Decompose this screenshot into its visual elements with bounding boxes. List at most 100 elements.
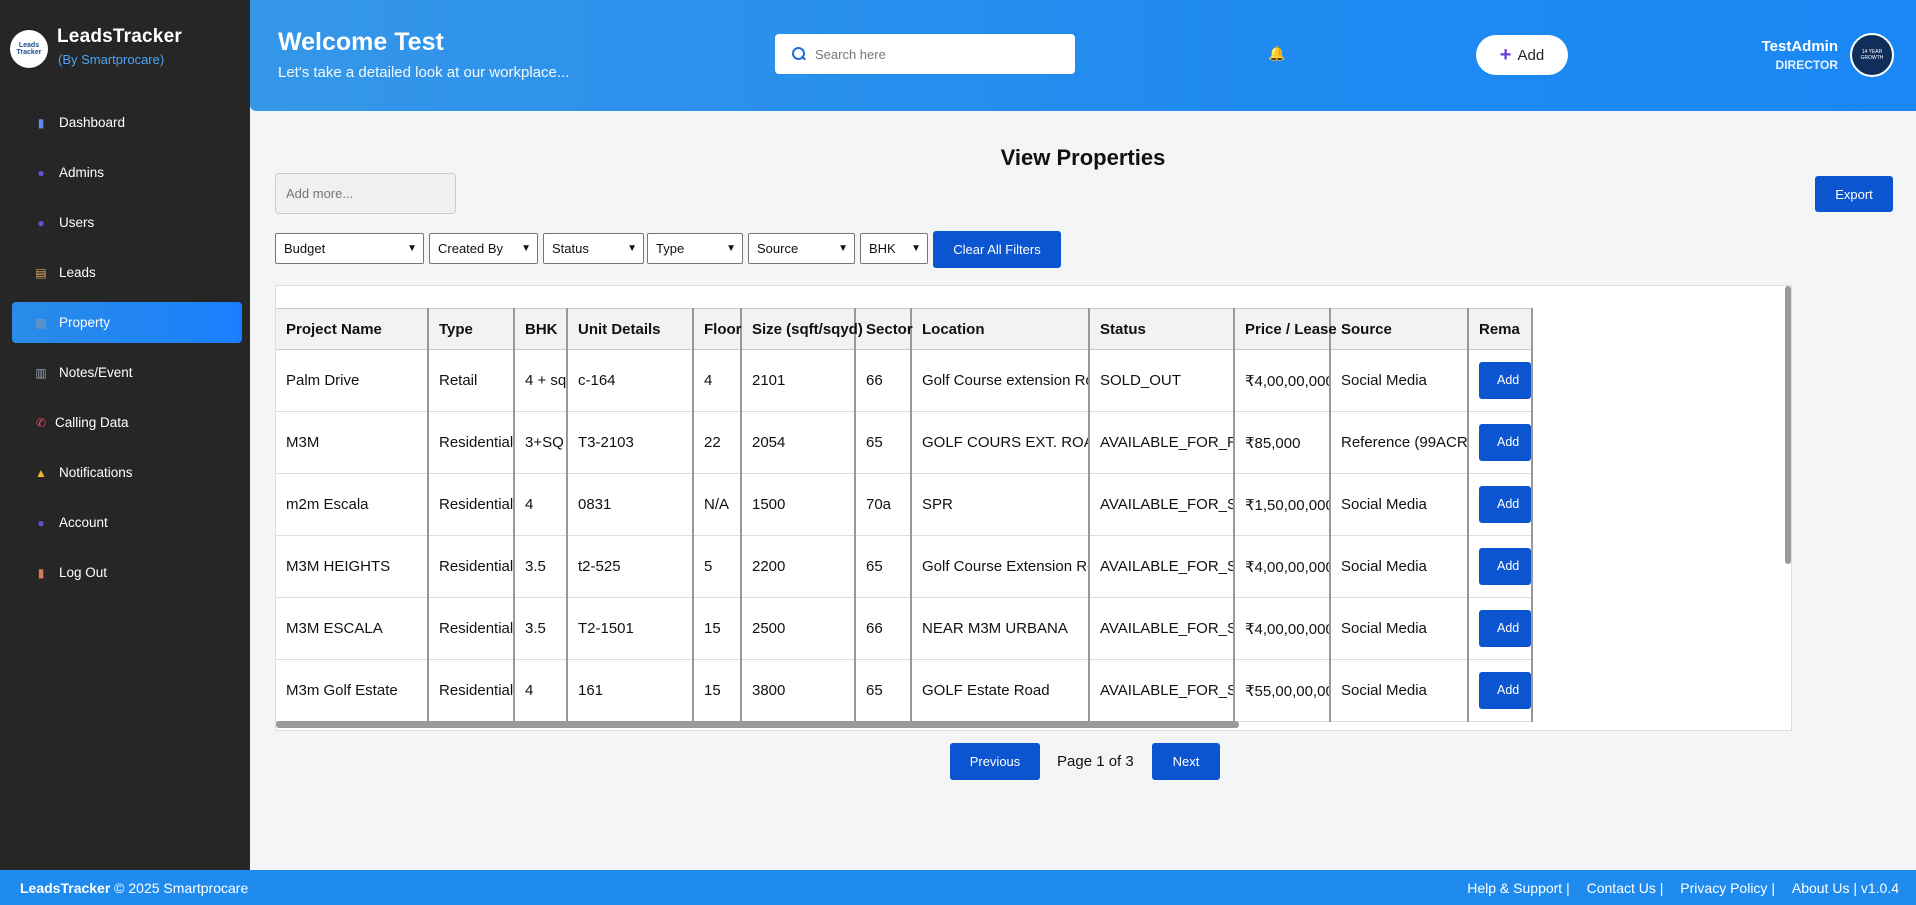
table-cell: 2054 xyxy=(741,411,856,474)
column-header[interactable]: Type xyxy=(428,308,515,350)
table-cell: AVAILABLE_FOR_SALE xyxy=(1089,473,1235,536)
add-button[interactable]: + Add xyxy=(1476,35,1568,75)
table-row[interactable]: M3m Golf Estate Residential 4 161 15 3800 65 GO… xyxy=(276,659,1533,722)
search-box[interactable] xyxy=(775,34,1075,74)
filter-bhk[interactable]: BHK ▼ xyxy=(860,233,928,264)
sidebar-item-property[interactable]: ▦ Property xyxy=(12,302,242,343)
export-button[interactable]: Export xyxy=(1815,176,1893,212)
brand-title: LeadsTracker xyxy=(57,26,182,47)
add-more-input[interactable] xyxy=(275,173,456,214)
filter-bhk-label: BHK xyxy=(869,241,896,256)
footer-links: Help & Support | Contact Us | Privacy Po… xyxy=(1454,880,1899,896)
filter-created-by-label: Created By xyxy=(438,241,504,256)
table-cell: 3+SQ xyxy=(514,411,568,474)
table-cell: 4 + sq xyxy=(514,349,568,412)
filter-type[interactable]: Type ▼ xyxy=(647,233,743,264)
table-cell: m2m Escala xyxy=(276,473,429,536)
next-button[interactable]: Next xyxy=(1152,743,1220,780)
table-cell: 5 xyxy=(693,535,742,598)
sidebar-item-log-out[interactable]: ▮ Log Out xyxy=(12,552,242,593)
sidebar-item-label: Account xyxy=(59,515,108,530)
row-add-button[interactable]: Add xyxy=(1479,486,1530,523)
table-cell: M3M HEIGHTS xyxy=(276,535,429,598)
bell-icon: ▲ xyxy=(35,465,47,480)
column-header[interactable]: Floor xyxy=(693,308,742,350)
table-cell: AVAILABLE_FOR_RENT xyxy=(1089,411,1235,474)
search-input[interactable] xyxy=(815,46,1055,62)
table-cell: T2-1501 xyxy=(567,597,694,660)
clipboard-icon: ▤ xyxy=(35,265,47,280)
vertical-scrollbar[interactable] xyxy=(1785,286,1791,564)
column-header[interactable]: Source xyxy=(1330,308,1469,350)
row-add-button[interactable]: Add xyxy=(1479,610,1530,647)
add-button-label: Add xyxy=(1517,46,1545,64)
table-cell: ₹4,00,00,000 xyxy=(1234,535,1331,598)
sidebar-item-account[interactable]: ● Account xyxy=(12,502,242,543)
filter-created-by[interactable]: Created By ▼ xyxy=(429,233,538,264)
column-header[interactable]: Unit Details xyxy=(567,308,694,350)
table-cell-action: Add xyxy=(1468,597,1533,660)
welcome-title: Welcome Test xyxy=(278,28,444,56)
table-row[interactable]: M3M HEIGHTS Residential 3.5 t2-525 5 2200 65 Go… xyxy=(276,535,1533,598)
footer-link-contact[interactable]: Contact Us | xyxy=(1587,880,1664,896)
sidebar-item-users[interactable]: ● Users xyxy=(12,202,242,243)
table-cell: 3.5 xyxy=(514,597,568,660)
column-header[interactable]: Status xyxy=(1089,308,1235,350)
table-cell: Golf Course extension Road xyxy=(911,349,1090,412)
footer-copyright: LeadsTracker © 2025 Smartprocare xyxy=(20,880,248,896)
table-cell: AVAILABLE_FOR_SALE xyxy=(1089,597,1235,660)
footer-link-help[interactable]: Help & Support | xyxy=(1467,880,1569,896)
avatar-text: 14 YEAR GROWTH xyxy=(1860,49,1884,61)
notes-icon: ▥ xyxy=(35,365,47,380)
table-cell: ₹4,00,00,000 xyxy=(1234,349,1331,412)
brand-subtitle: (By Smartprocare) xyxy=(58,52,165,67)
column-header[interactable]: Rema xyxy=(1468,308,1533,350)
table-cell: ₹4,00,00,000 xyxy=(1234,597,1331,660)
table-cell: 65 xyxy=(855,659,912,722)
table-cell: Palm Drive xyxy=(276,349,429,412)
table-cell-action: Add xyxy=(1468,349,1533,412)
sidebar-item-notes-event[interactable]: ▥ Notes/Event xyxy=(12,352,242,393)
bell-icon[interactable]: 🔔 xyxy=(1268,45,1285,62)
row-add-button[interactable]: Add xyxy=(1479,362,1530,399)
filter-status[interactable]: Status ▼ xyxy=(543,233,644,264)
column-header[interactable]: Location xyxy=(911,308,1090,350)
column-header[interactable]: BHK xyxy=(514,308,568,350)
table-cell: 4 xyxy=(693,349,742,412)
table-cell: Retail xyxy=(428,349,515,412)
footer-link-about[interactable]: About Us | v1.0.4 xyxy=(1792,880,1899,896)
column-header[interactable]: Size (sqft/sqyd) xyxy=(741,308,863,350)
table-cell: M3m Golf Estate xyxy=(276,659,429,722)
clear-filters-button[interactable]: Clear All Filters xyxy=(933,231,1061,268)
filter-budget[interactable]: Budget ▼ xyxy=(275,233,424,264)
row-add-button[interactable]: Add xyxy=(1479,548,1530,585)
sidebar-item-leads[interactable]: ▤ Leads xyxy=(12,252,242,293)
table-cell: 0831 xyxy=(567,473,694,536)
filter-source[interactable]: Source ▼ xyxy=(748,233,855,264)
column-header[interactable]: Project Name xyxy=(276,308,429,350)
chart-icon: ▮ xyxy=(37,115,45,130)
column-header[interactable]: Sector xyxy=(855,308,913,350)
sidebar-item-notifications[interactable]: ▲ Notifications xyxy=(12,452,242,493)
table-row[interactable]: m2m Escala Residential 4 0831 N/A 1500 70a SPR A… xyxy=(276,473,1533,536)
table-row[interactable]: M3M ESCALA Residential 3.5 T2-1501 15 2500 66 N… xyxy=(276,597,1533,660)
table-row[interactable]: M3M Residential 3+SQ T3-2103 22 2054 65 GOLF CO… xyxy=(276,411,1533,474)
sidebar-item-dashboard[interactable]: ▮ Dashboard xyxy=(12,102,242,143)
row-add-button[interactable]: Add xyxy=(1479,672,1530,709)
table-cell: 2101 xyxy=(741,349,856,412)
table-row[interactable]: Palm Drive Retail 4 + sq c-164 4 2101 66 Golf C… xyxy=(276,349,1533,412)
properties-table-container[interactable]: Project Name Type BHK Unit Details Floor Size… xyxy=(275,285,1792,731)
table-cell: 3800 xyxy=(741,659,856,722)
row-add-button[interactable]: Add xyxy=(1479,424,1530,461)
table-cell: 2500 xyxy=(741,597,856,660)
sidebar-item-admins[interactable]: ● Admins xyxy=(12,152,242,193)
column-header[interactable]: Price / Lease xyxy=(1234,308,1337,350)
horizontal-scrollbar[interactable] xyxy=(276,721,1239,728)
sidebar-item-calling-data[interactable]: ✆ Calling Data xyxy=(12,402,242,443)
brand-logo-text: Leads Tracker xyxy=(16,42,42,56)
footer-link-privacy[interactable]: Privacy Policy | xyxy=(1680,880,1775,896)
previous-button[interactable]: Previous xyxy=(950,743,1040,780)
table-cell: Social Media xyxy=(1330,597,1469,660)
chevron-down-icon: ▼ xyxy=(627,243,637,254)
avatar[interactable]: 14 YEAR GROWTH xyxy=(1850,33,1894,77)
